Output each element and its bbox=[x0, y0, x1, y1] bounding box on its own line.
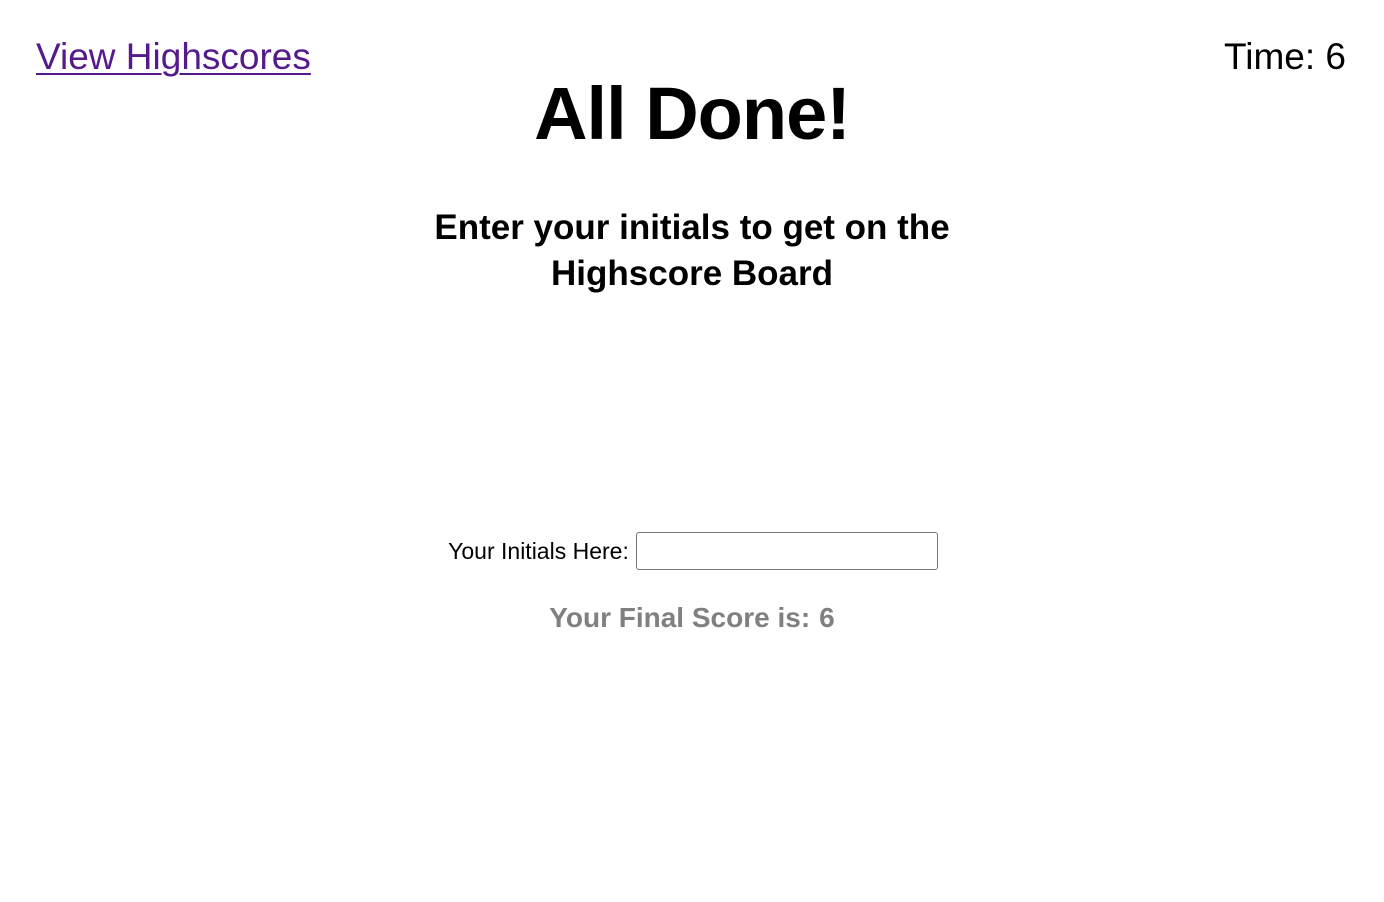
timer-label: Time: bbox=[1224, 36, 1316, 77]
final-score-value: 6 bbox=[819, 602, 835, 633]
page-subtitle: Enter your initials to get on the Highsc… bbox=[434, 208, 950, 293]
initials-label: Your Initials Here: bbox=[448, 538, 629, 564]
timer-value: 6 bbox=[1325, 36, 1346, 77]
final-score: Your Final Score is: 6 bbox=[0, 598, 1384, 638]
quiz-results-page: View Highscores Time: 6 All Done! Enter … bbox=[0, 0, 1384, 902]
initials-input[interactable] bbox=[635, 532, 938, 570]
final-score-label: Your Final Score is: bbox=[549, 602, 811, 633]
initials-form: Your Initials Here: bbox=[0, 530, 1384, 572]
page-title: All Done! bbox=[534, 72, 851, 155]
